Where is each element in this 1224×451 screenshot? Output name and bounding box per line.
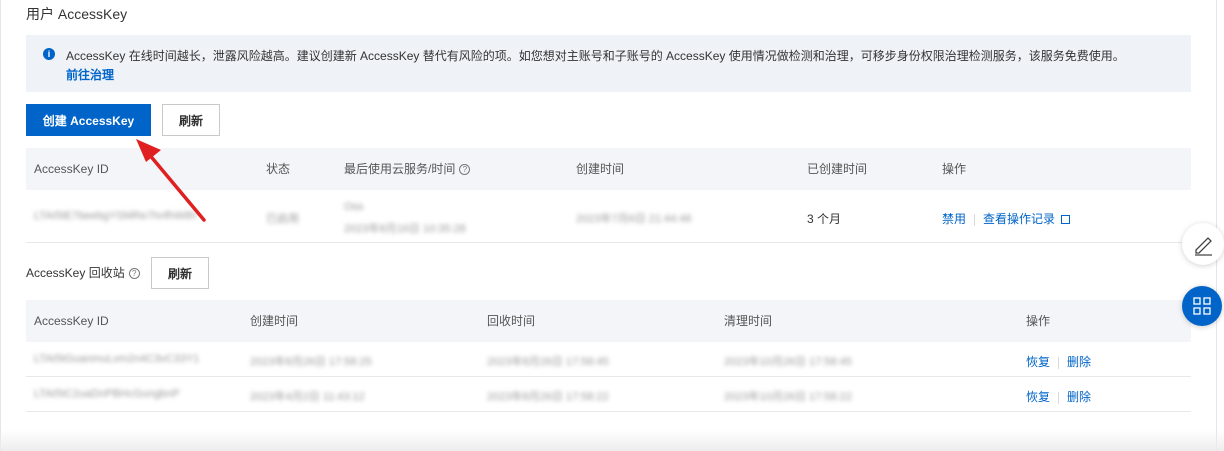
restore-link[interactable]: 恢复 xyxy=(1026,390,1050,404)
col-age: 已创建时间 xyxy=(807,162,868,176)
recycle-bin-title: AccessKey 回收站? xyxy=(26,264,140,281)
action-divider xyxy=(1058,356,1060,369)
view-logs-link[interactable]: 查看操作记录 xyxy=(983,212,1055,226)
cleanup-time: 2023年10月26日 17:58:22 xyxy=(724,391,852,403)
action-divider xyxy=(974,213,976,226)
col-accesskey-id: AccessKey ID xyxy=(34,314,109,328)
keys-table-header: AccessKey ID 状态 最后使用云服务/时间? 创建时间 已创建时间 操… xyxy=(26,148,1191,190)
page-title: 用户 AccessKey xyxy=(26,6,128,22)
created-time: 2023年7月6日 21:44:46 xyxy=(576,213,692,225)
recycled-time: 2023年8月26日 17:58:22 xyxy=(487,391,609,403)
bottom-fade xyxy=(0,430,1224,451)
row-actions: 禁用 查看操作记录 xyxy=(942,210,1071,227)
create-accesskey-button[interactable]: 创建 AccessKey xyxy=(26,104,151,136)
action-divider xyxy=(1058,391,1060,404)
recycle-refresh-button[interactable]: 刷新 xyxy=(151,257,209,289)
created-age: 3 个月 xyxy=(807,212,842,226)
help-icon[interactable]: ? xyxy=(459,164,471,176)
row-actions: 恢复 删除 xyxy=(1026,388,1091,405)
recycle-bin-title-label: AccessKey 回收站 xyxy=(26,266,125,280)
recycle-table-header: AccessKey ID 创建时间 回收时间 清理时间 操作 xyxy=(26,300,1191,342)
left-divider xyxy=(0,0,1,451)
notice-banner: i AccessKey 在线时间越长，泄露风险越高。建议创建新 AccessKe… xyxy=(26,35,1191,92)
help-icon[interactable]: ? xyxy=(128,268,140,280)
notice-text: AccessKey 在线时间越长，泄露风险越高。建议创建新 AccessKey … xyxy=(66,49,1125,63)
recycled-time: 2023年8月26日 17:58:45 xyxy=(487,356,609,368)
row-actions: 恢复 删除 xyxy=(1026,353,1091,370)
apps-grid-icon xyxy=(1193,297,1211,315)
cleanup-time: 2023年10月26日 17:58:45 xyxy=(724,356,852,368)
table-row: LTAI5tE7beebgYSMRe7hnfhW8h 已启用 Oss 2023年… xyxy=(26,190,1191,243)
col-last-used-label: 最后使用云服务/时间 xyxy=(344,162,456,176)
col-recycled: 回收时间 xyxy=(487,314,536,328)
status-badge: 已启用 xyxy=(266,213,299,225)
col-status: 状态 xyxy=(266,162,291,176)
notice-governance-link[interactable]: 前往治理 xyxy=(66,66,114,83)
delete-link[interactable]: 删除 xyxy=(1067,355,1091,369)
disable-link[interactable]: 禁用 xyxy=(942,212,966,226)
col-created: 创建时间 xyxy=(576,162,625,176)
accesskey-id: LTAI5tC2uaDnPBHcGungbnP xyxy=(34,388,180,400)
edit-pen-icon xyxy=(1195,237,1212,256)
col-cleanup: 清理时间 xyxy=(724,314,773,328)
page: 用户 AccessKey i AccessKey 在线时间越长，泄露风险越高。建… xyxy=(0,0,1224,451)
restore-link[interactable]: 恢复 xyxy=(1026,355,1050,369)
last-used-time: 2023年8月16日 10:35:28 xyxy=(344,223,466,235)
refresh-button[interactable]: 刷新 xyxy=(162,104,220,136)
table-row: LTAI5tGuanmuLvm2n4C3vC33Y1 2023年8月26日 17… xyxy=(26,342,1191,377)
col-last-used: 最后使用云服务/时间? xyxy=(344,148,471,190)
info-icon: i xyxy=(43,48,55,60)
accesskey-id: LTAI5tGuanmuLvm2n4C3vC33Y1 xyxy=(34,353,200,365)
col-accesskey-id: AccessKey ID xyxy=(34,162,109,176)
created-time: 2023年8月26日 17:58:25 xyxy=(250,356,372,368)
accesskey-id: LTAI5tE7beebgYSMRe7hnfhW8h xyxy=(34,210,197,222)
delete-link[interactable]: 删除 xyxy=(1067,390,1091,404)
last-used-service: Oss xyxy=(344,201,364,213)
created-time: 2023年4月2日 11:43:12 xyxy=(250,391,365,403)
edit-float-button[interactable] xyxy=(1182,223,1224,265)
col-actions: 操作 xyxy=(942,162,967,176)
table-row: LTAI5tC2uaDnPBHcGungbnP 2023年4月2日 11:43:… xyxy=(26,377,1191,412)
external-link-icon[interactable] xyxy=(1061,215,1071,225)
apps-float-button[interactable] xyxy=(1182,286,1222,326)
col-actions: 操作 xyxy=(1026,314,1051,328)
col-created: 创建时间 xyxy=(250,314,299,328)
